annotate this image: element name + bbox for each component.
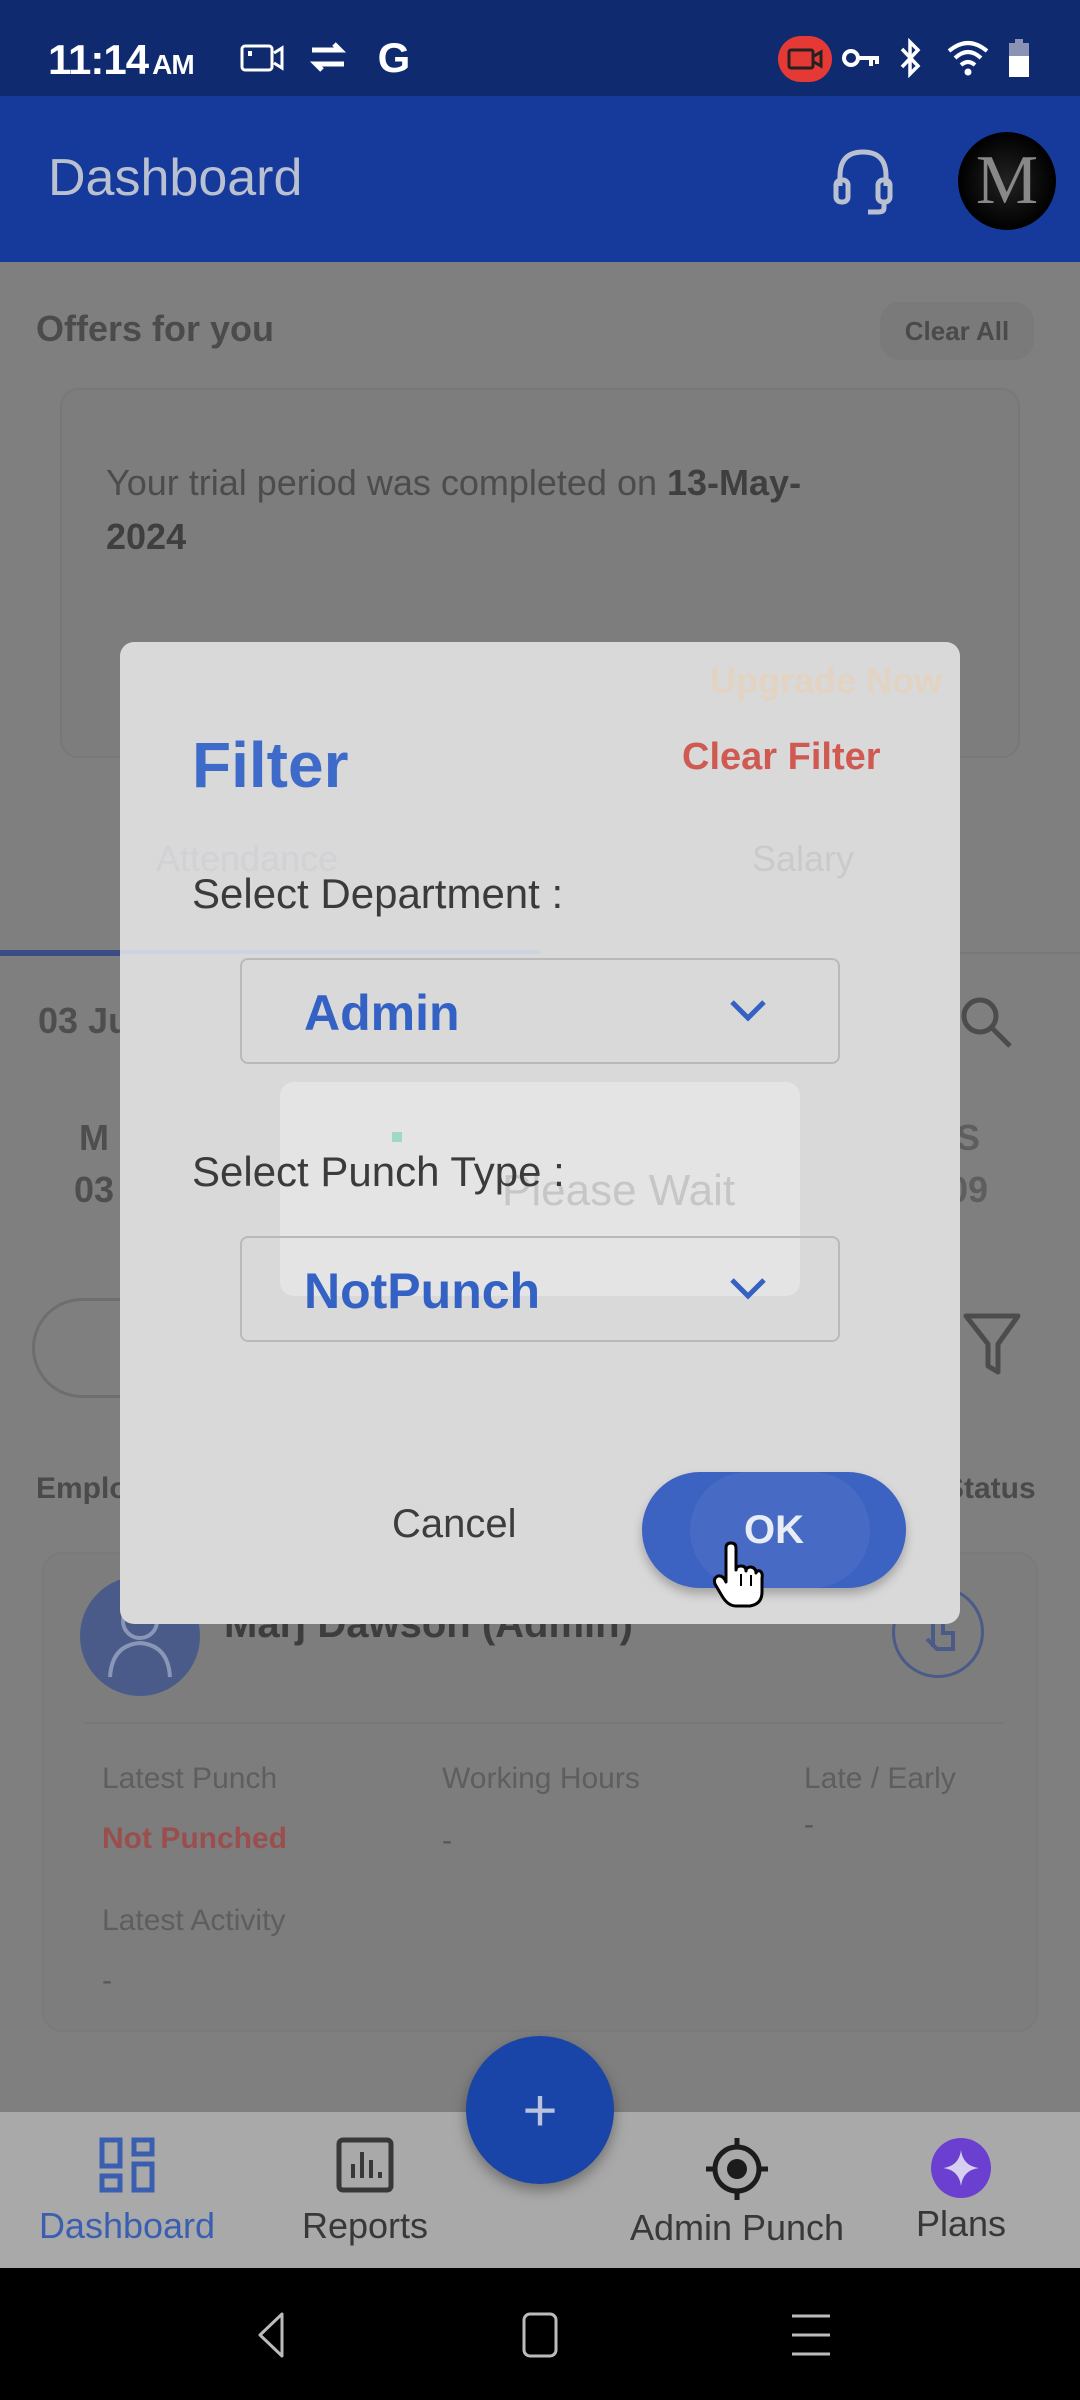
punch-type-label: Select Punch Type :	[192, 1148, 565, 1195]
back-icon[interactable]	[240, 2308, 300, 2362]
working-hours-label: Working Hours	[442, 1762, 640, 1795]
bluetooth-icon	[894, 38, 928, 78]
nav-label: Plans	[915, 2203, 1007, 2244]
hand-cursor-icon	[712, 1540, 764, 1610]
latest-punch-value: Not Punched	[102, 1822, 287, 1855]
recording-indicator-icon	[778, 36, 832, 82]
reports-chart-icon	[336, 2137, 394, 2193]
clear-filter-button[interactable]: Clear Filter	[682, 736, 881, 779]
offer-text: Your trial period was completed on 13-Ma…	[106, 456, 866, 564]
working-hours-value: -	[442, 1824, 452, 1857]
chevron-down-icon	[730, 1278, 766, 1300]
latest-activity-label: Latest Activity	[102, 1904, 286, 1937]
home-icon[interactable]	[510, 2308, 570, 2362]
punch-type-value: NotPunch	[304, 1263, 541, 1319]
vpn-key-icon	[840, 38, 882, 78]
status-bar: 11:14 AM G	[0, 0, 1080, 96]
page-title: Dashboard	[48, 149, 303, 207]
clear-all-button[interactable]: Clear All	[880, 302, 1034, 360]
google-icon: G	[377, 34, 411, 81]
latest-punch-label: Latest Punch	[102, 1762, 278, 1795]
punch-type-select[interactable]: NotPunch	[240, 1236, 840, 1342]
status-time: 11:14 AM	[48, 36, 195, 84]
dashboard-grid-icon	[99, 2137, 155, 2193]
plans-sparkle-icon	[931, 2138, 991, 2198]
chevron-down-icon	[730, 1000, 766, 1022]
upgrade-now-ghost: Upgrade Now	[710, 660, 943, 701]
tab-indicator-ghost	[120, 950, 540, 954]
time-text: 11:14	[48, 36, 149, 83]
app-header: Dashboard M	[0, 96, 1080, 262]
employee-card[interactable]: Marj Dawson (Admin) Latest Punch Not Pun…	[42, 1552, 1038, 2032]
spinner-icon	[392, 1132, 402, 1142]
location-target-icon	[706, 2138, 768, 2200]
dialog-title: Filter	[192, 729, 349, 801]
wifi-icon	[944, 38, 992, 78]
filter-icon[interactable]	[962, 1310, 1022, 1380]
profile-avatar[interactable]: M	[958, 132, 1056, 230]
department-value: Admin	[304, 985, 460, 1041]
ok-button[interactable]: OK	[642, 1472, 906, 1588]
headset-icon[interactable]	[830, 146, 896, 216]
offers-title: Offers for you	[36, 308, 275, 349]
latest-activity-value: -	[102, 1964, 112, 1997]
nav-item-admin-punch[interactable]: Admin Punch	[612, 2136, 862, 2249]
plus-icon: +	[522, 2076, 558, 2144]
sync-icon	[304, 38, 352, 78]
department-select[interactable]: Admin	[240, 958, 840, 1064]
system-navigation-bar	[0, 2268, 1080, 2400]
add-fab-button[interactable]: +	[466, 2036, 614, 2184]
nav-label: Dashboard	[38, 2205, 216, 2246]
nav-label: Admin Punch	[629, 2207, 845, 2248]
search-icon[interactable]	[958, 994, 1014, 1050]
department-label: Select Department :	[192, 870, 564, 917]
card-divider	[84, 1722, 1004, 1724]
tab-salary[interactable]: Salary	[752, 838, 854, 880]
battery-icon	[1004, 38, 1034, 78]
late-early-label: Late / Early	[804, 1762, 956, 1795]
avatar-letter: M	[975, 142, 1039, 219]
recents-menu-icon[interactable]	[782, 2308, 842, 2362]
cancel-button[interactable]: Cancel	[392, 1502, 517, 1547]
nav-item-plans[interactable]: Plans	[898, 2136, 1024, 2245]
screen-record-icon	[238, 38, 286, 78]
offer-message: Your trial period was completed on	[106, 462, 667, 503]
late-early-value: -	[804, 1808, 814, 1841]
ampm-text: AM	[152, 49, 195, 80]
nav-item-dashboard[interactable]: Dashboard	[22, 2136, 232, 2247]
nav-label: Reports	[301, 2205, 429, 2246]
nav-item-reports[interactable]: Reports	[270, 2136, 460, 2247]
